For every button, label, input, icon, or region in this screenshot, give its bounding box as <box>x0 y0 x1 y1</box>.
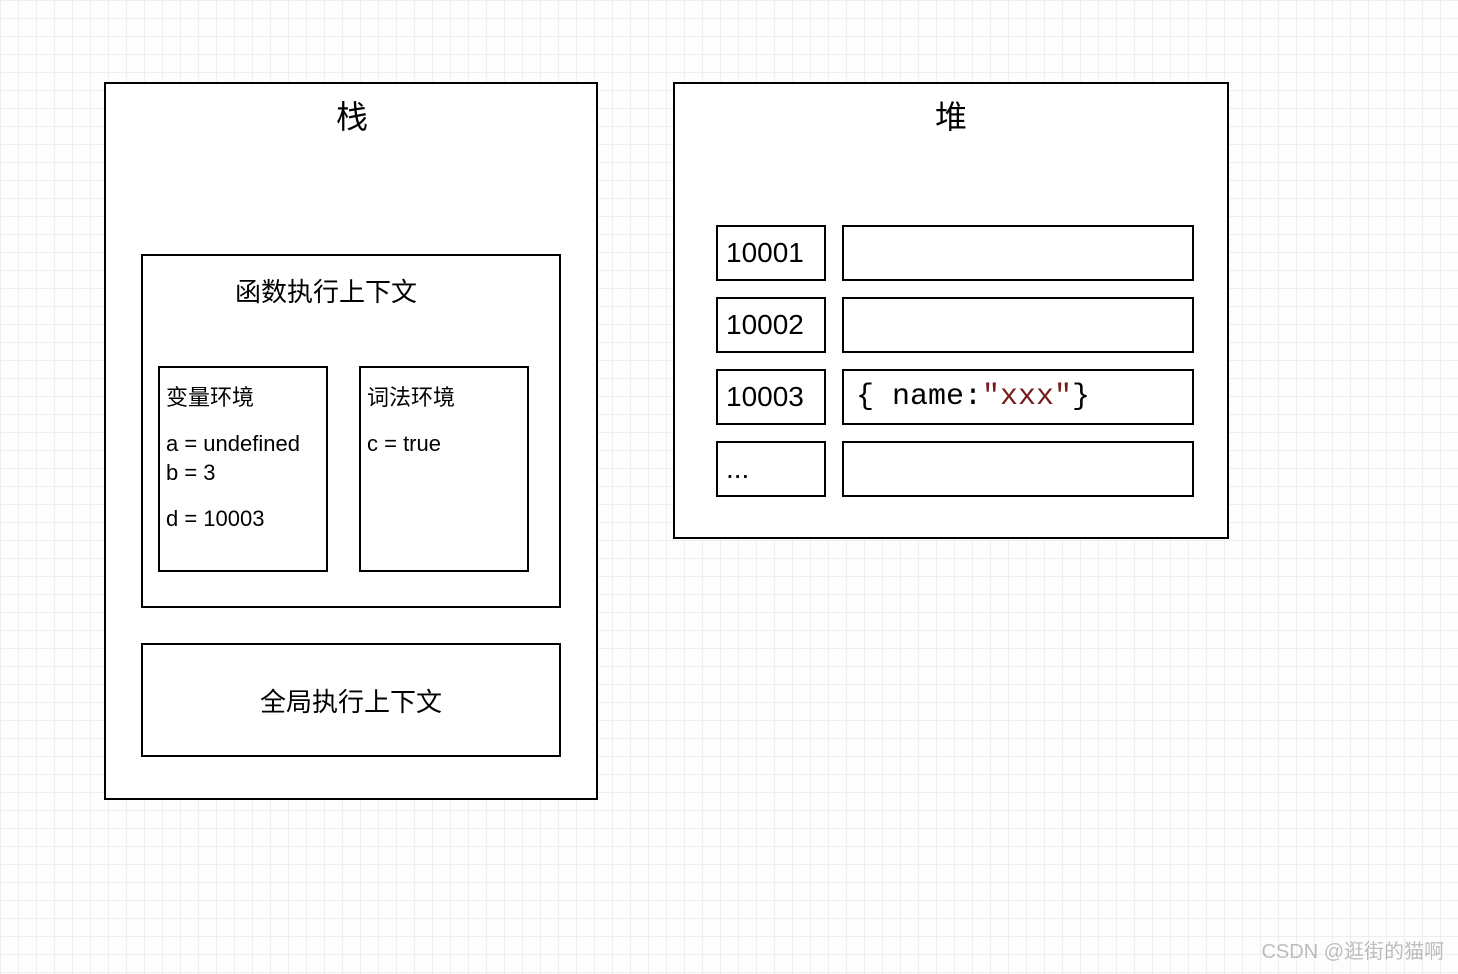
watermark-text: CSDN @逛街的猫啊 <box>1261 935 1444 964</box>
function-context-title: 函数执行上下文 <box>235 272 417 309</box>
heap-obj-prefix: { name: <box>856 380 982 414</box>
heap-val-10001 <box>842 225 1194 281</box>
lexical-env-box: 词法环境 c = true <box>359 366 529 572</box>
global-context-box: 全局执行上下文 <box>141 643 561 757</box>
heap-addr-10002: 10002 <box>716 297 826 353</box>
var-c: c = true <box>367 430 521 459</box>
stack-title: 栈 <box>336 92 368 138</box>
heap-addr-10003: 10003 <box>716 369 826 425</box>
var-d: d = 10003 <box>166 505 320 534</box>
var-a: a = undefined <box>166 430 320 459</box>
heap-val-etc <box>842 441 1194 497</box>
variable-env-label: 变量环境 <box>166 380 320 412</box>
heap-val-10002 <box>842 297 1194 353</box>
var-b: b = 3 <box>166 459 320 488</box>
heap-addr-10001: 10001 <box>716 225 826 281</box>
heap-addr-etc: ... <box>716 441 826 497</box>
heap-title: 堆 <box>935 92 967 138</box>
global-context-title: 全局执行上下文 <box>260 682 442 719</box>
heap-val-10003: { name: "xxx" } <box>842 369 1194 425</box>
heap-obj-suffix: } <box>1072 380 1090 414</box>
heap-obj-string: "xxx" <box>982 380 1072 414</box>
variable-env-box: 变量环境 a = undefined b = 3 d = 10003 <box>158 366 328 572</box>
lexical-env-label: 词法环境 <box>367 380 521 412</box>
